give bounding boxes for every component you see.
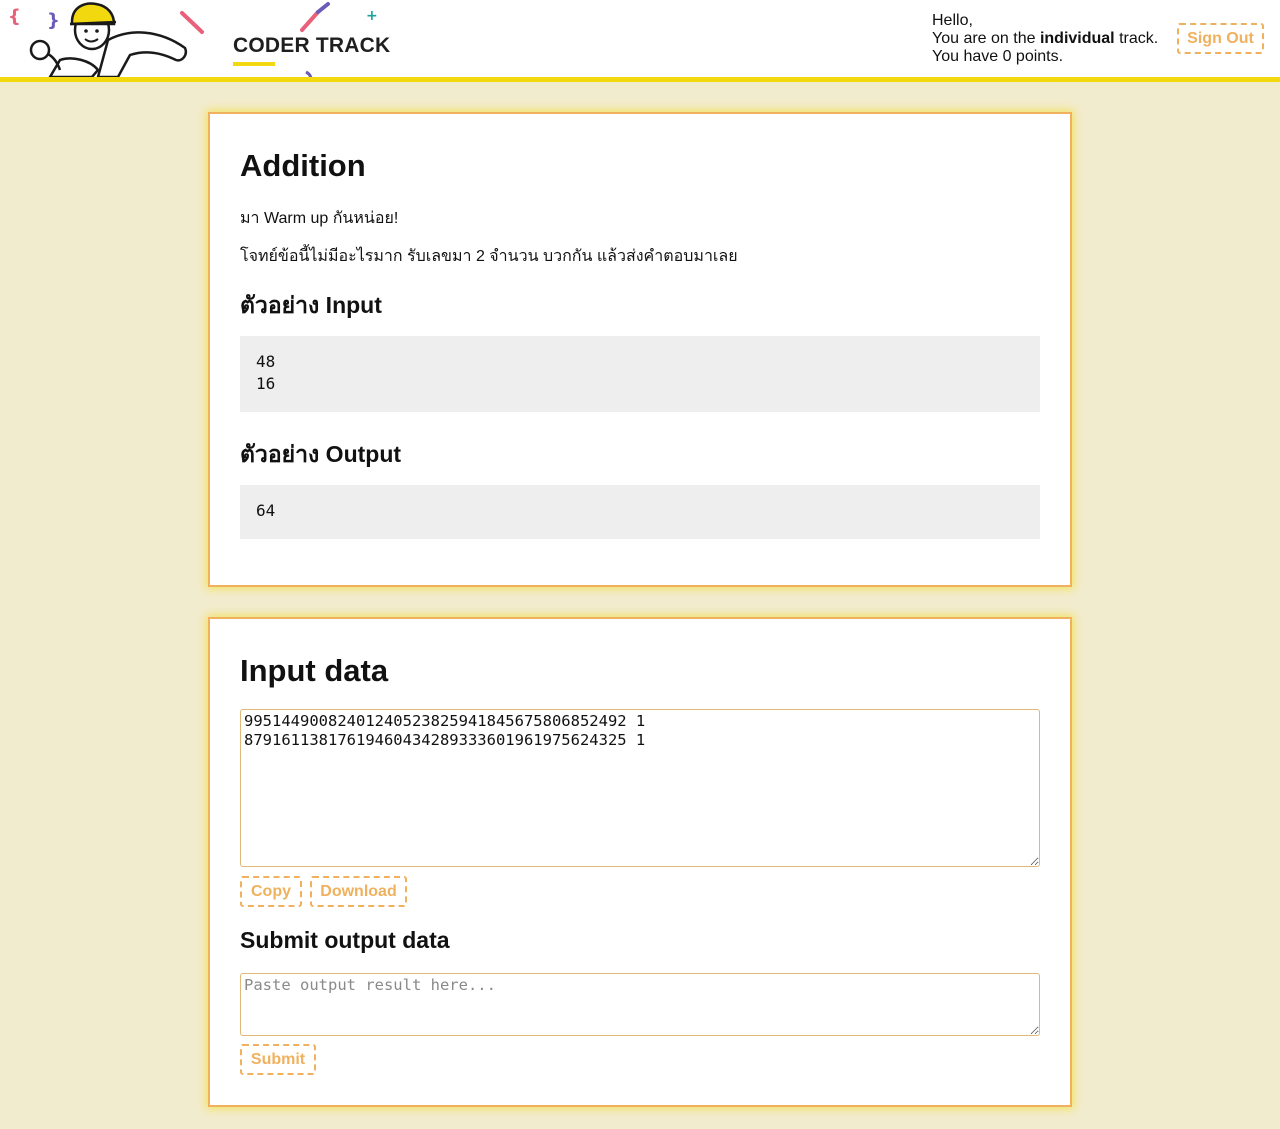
sample-output-block: 64 (240, 485, 1040, 539)
copy-button[interactable]: Copy (240, 876, 302, 907)
problem-card: Addition มา Warm up กันหน่อย! โจทย์ข้อนี… (208, 112, 1072, 587)
greeting-hello: Hello, (932, 12, 973, 29)
problem-title: Addition (240, 148, 366, 183)
problem-description: โจทย์ข้อนี้ไม่มีอะไรมาก รับเลขมา 2 จำนวน… (240, 248, 738, 265)
output-result-textarea[interactable] (240, 973, 1040, 1036)
greeting-track-line: You are on the individual track. (932, 30, 1158, 48)
svg-text:+: + (366, 8, 378, 24)
greeting-track-suffix: track. (1119, 30, 1159, 47)
top-header: { } + CODER TRACK Hello, You are on the … (0, 0, 1280, 82)
sample-input-block: 48 16 (240, 336, 1040, 412)
download-button[interactable]: Download (310, 876, 407, 907)
svg-text:{: { (8, 6, 21, 27)
greeting-points: You have 0 points. (932, 48, 1064, 65)
submit-button[interactable]: Submit (240, 1044, 316, 1075)
sample-input-heading: ตัวอย่าง Input (240, 292, 382, 318)
sign-out-button[interactable]: Sign Out (1177, 23, 1264, 54)
sample-output-heading: ตัวอย่าง Output (240, 441, 402, 467)
submit-output-heading: Submit output data (240, 927, 450, 953)
brand-underline (233, 62, 275, 66)
user-greeting: Hello, You are on the individual track. … (932, 12, 1158, 66)
input-data-textarea[interactable]: 9951449008240124052382594184567580685249… (240, 709, 1040, 867)
brand-name: CODER TRACK (233, 34, 391, 57)
input-data-title: Input data (240, 653, 389, 688)
greeting-track-name: individual (1039, 30, 1115, 47)
submission-card: Input data 99514490082401240523825941845… (208, 617, 1072, 1107)
problem-intro: มา Warm up กันหน่อย! (240, 210, 399, 227)
greeting-track-prefix: You are on the (932, 30, 1036, 47)
svg-text:}: } (47, 10, 60, 31)
